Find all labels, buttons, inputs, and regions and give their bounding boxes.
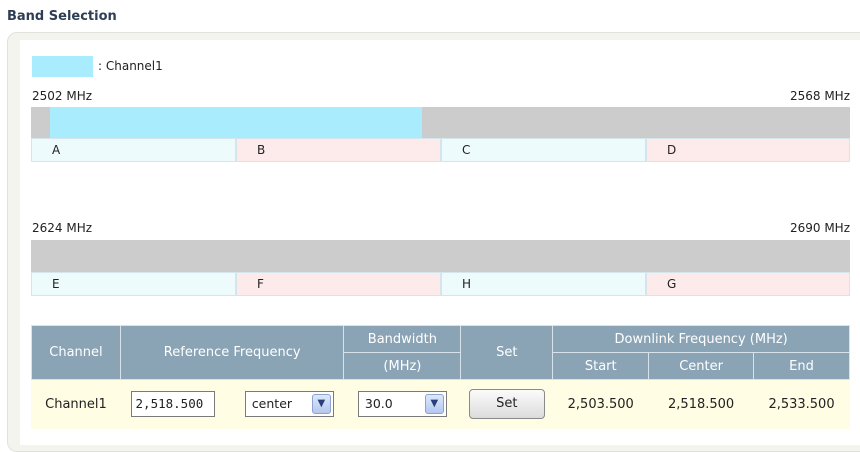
chevron-down-icon: ▼	[424, 394, 444, 414]
band-segment-c: C	[441, 138, 646, 162]
set-cell: Set	[460, 379, 554, 429]
section-title: Band Selection	[7, 9, 117, 24]
bandwidth-select[interactable]: 30.0 ▼	[357, 391, 447, 417]
band-segment-a: A	[31, 138, 236, 162]
channel1-band-highlight	[50, 107, 422, 139]
channel1-legend-label: : Channel1	[98, 59, 163, 73]
header-reference-frequency: Reference Frequency	[119, 325, 345, 380]
downlink-center: 2,518.500	[648, 379, 755, 429]
reference-mode-select[interactable]: center ▼	[244, 391, 334, 417]
header-bandwidth: Bandwidth	[343, 325, 462, 353]
band-segment-d: D	[646, 138, 850, 162]
band-segment-f: F	[236, 272, 441, 296]
reference-frequency-cell: 2,518.500 center ▼	[119, 379, 345, 429]
bandwidth-cell: 30.0 ▼	[343, 379, 462, 429]
channel1-legend-swatch	[32, 56, 93, 77]
band-segment-h: H	[441, 272, 646, 296]
channel-config-table: Channel Reference Frequency Bandwidth Se…	[31, 325, 850, 429]
header-channel: Channel	[31, 325, 121, 380]
header-set: Set	[460, 325, 554, 380]
bandwidth-value: 30.0	[364, 396, 393, 411]
header-end: End	[753, 352, 850, 380]
band2-start-freq: 2624 MHz	[32, 221, 93, 235]
chevron-down-icon: ▼	[311, 394, 331, 414]
band-segment-e: E	[31, 272, 236, 296]
header-bandwidth-unit: (MHz)	[343, 352, 462, 380]
header-downlink-frequency: Downlink Frequency (MHz)	[552, 325, 850, 353]
table-row: Channel1 2,518.500 center ▼ 30.0 ▼ Set 2…	[31, 379, 850, 429]
band-segment-b: B	[236, 138, 441, 162]
reference-frequency-input[interactable]: 2,518.500	[130, 391, 215, 417]
band1-start-freq: 2502 MHz	[32, 89, 93, 103]
channel-name: Channel1	[31, 379, 121, 429]
reference-mode-value: center	[251, 396, 293, 411]
band-segment-g: G	[646, 272, 850, 296]
downlink-end: 2,533.500	[753, 379, 850, 429]
downlink-start: 2,503.500	[552, 379, 650, 429]
header-center: Center	[648, 352, 755, 380]
band2-bar	[31, 240, 850, 272]
set-button[interactable]: Set	[468, 389, 545, 419]
header-start: Start	[552, 352, 650, 380]
band1-bar	[31, 107, 850, 139]
band2-end-freq: 2690 MHz	[789, 221, 850, 235]
band1-end-freq: 2568 MHz	[789, 89, 850, 103]
